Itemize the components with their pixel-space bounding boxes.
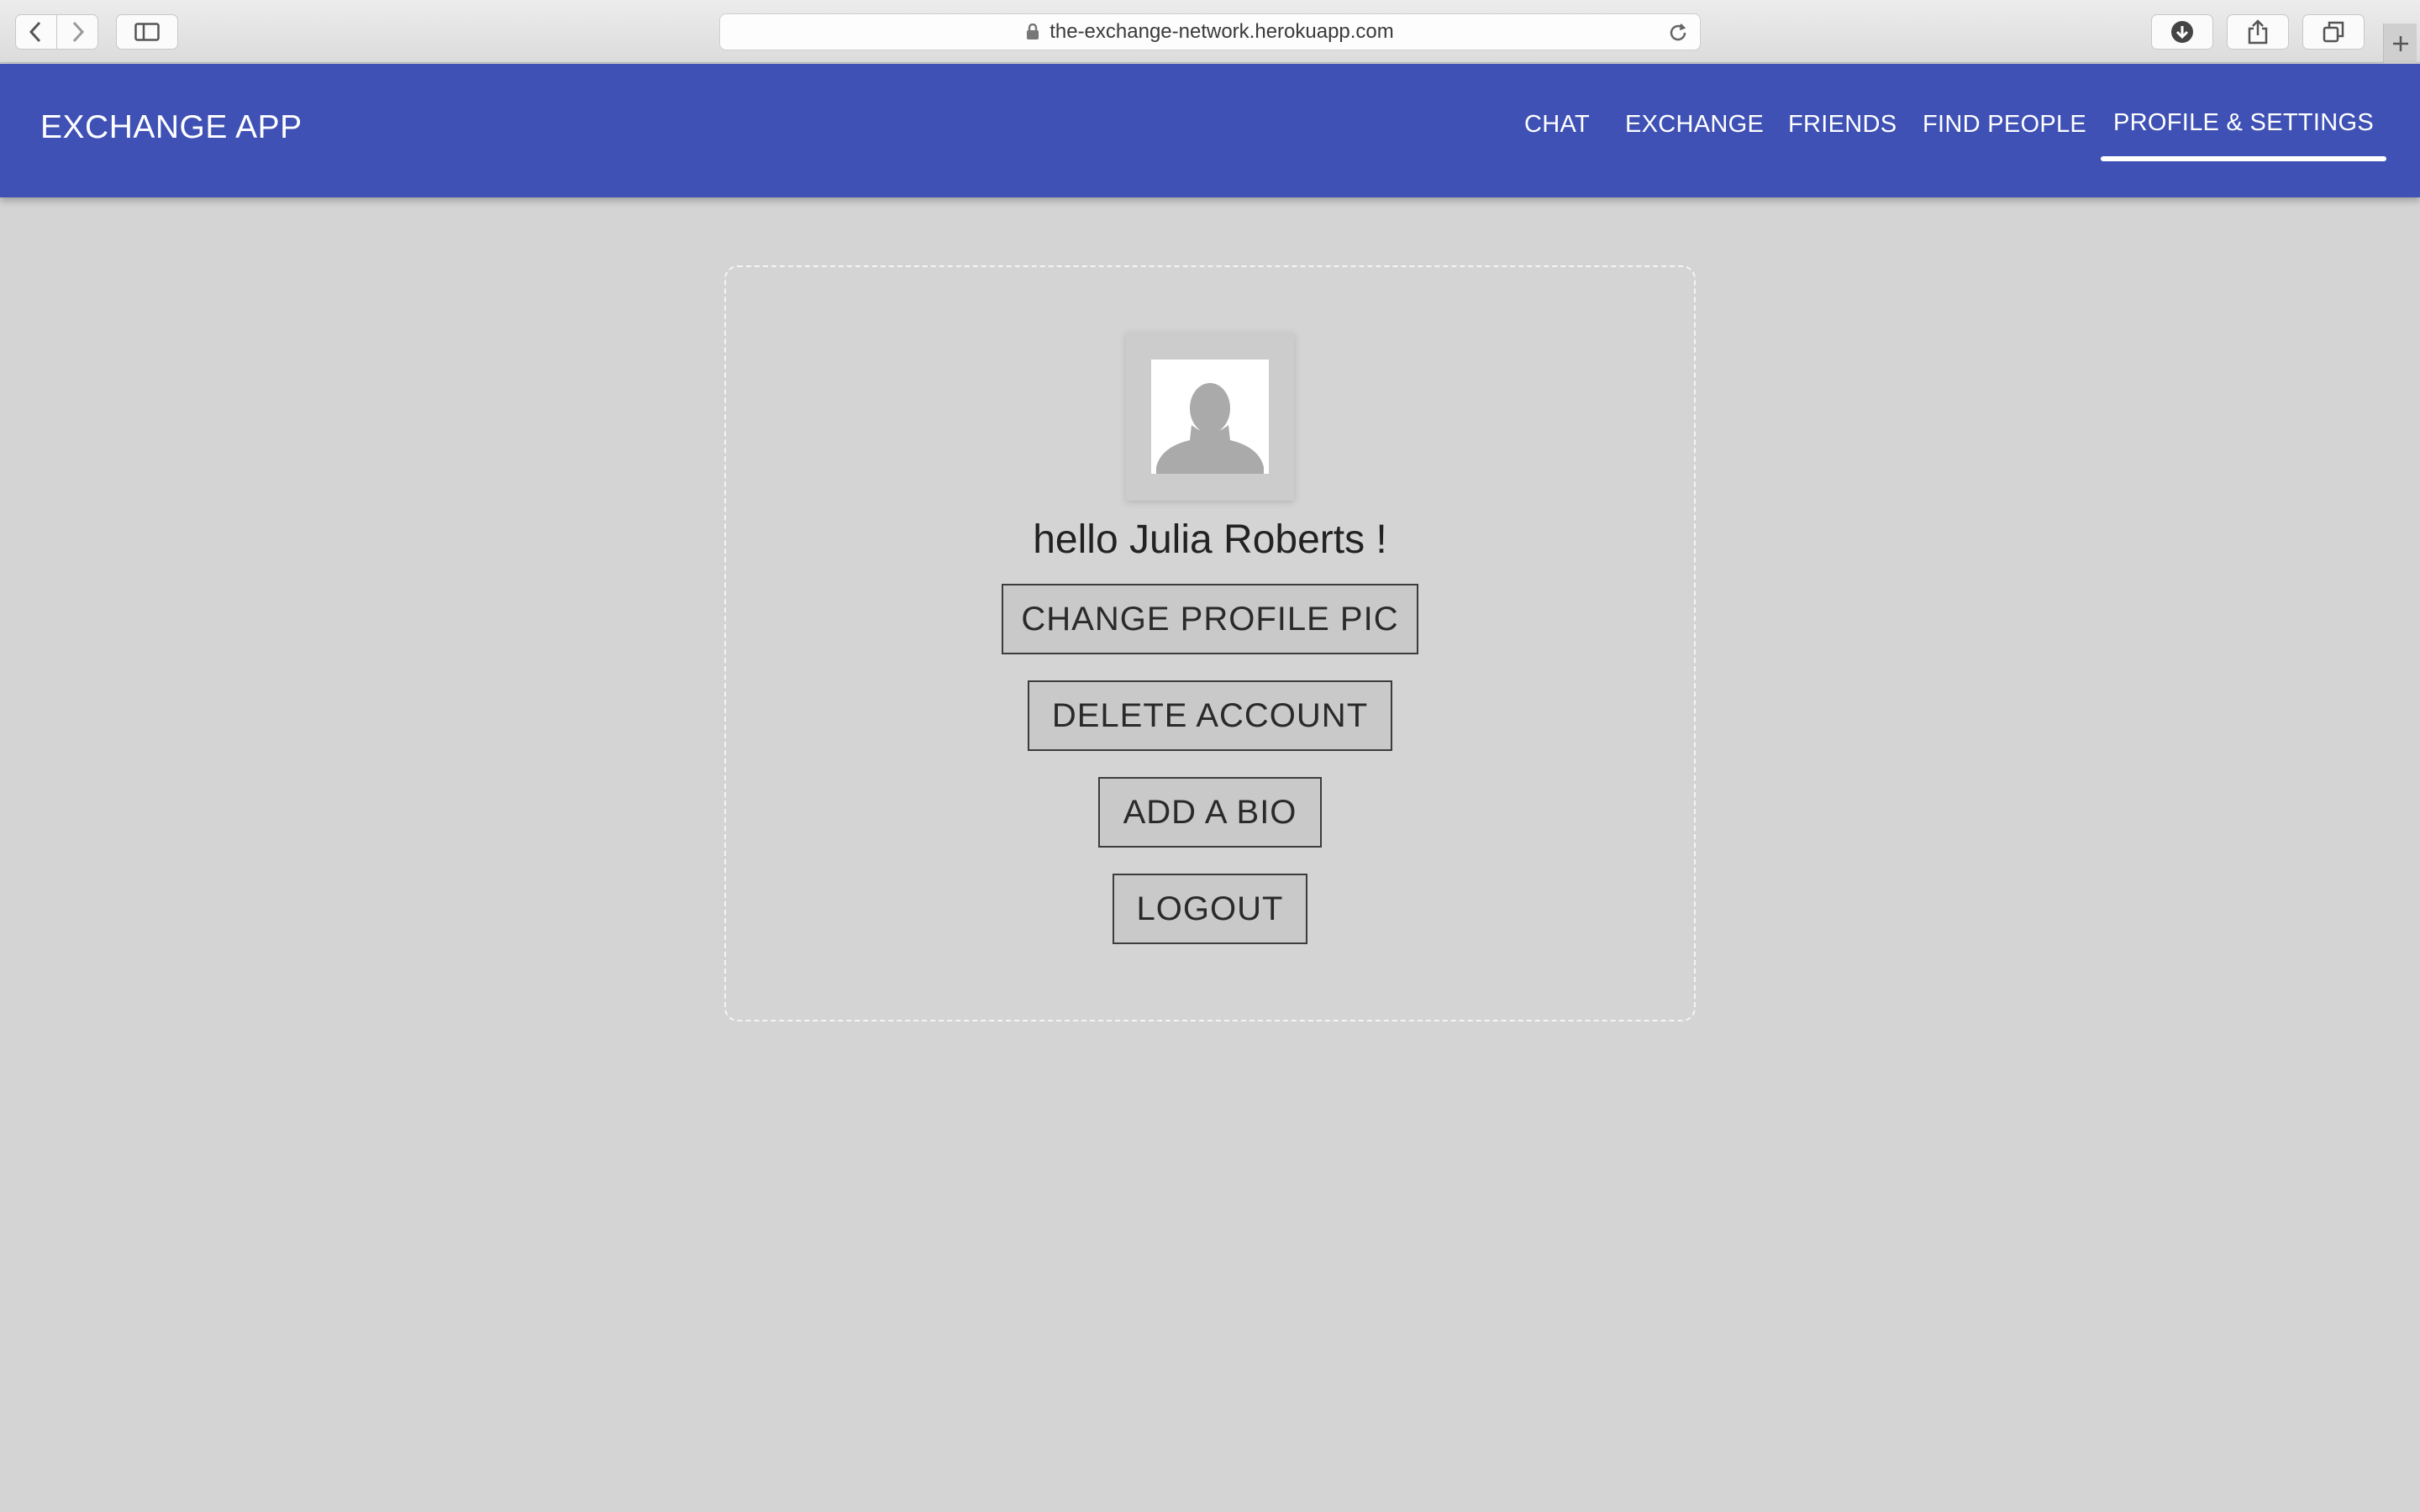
share-button[interactable] [2227,14,2289,50]
tab-overview-button[interactable] [2302,14,2365,50]
avatar-image [1151,360,1269,474]
downloads-button[interactable] [2151,14,2213,50]
plus-icon [2392,35,2408,51]
nav-friends[interactable]: FRIENDS [1788,111,1897,139]
url-text: the-exchange-network.herokuapp.com [1050,20,1394,43]
nav-exchange[interactable]: EXCHANGE [1625,111,1764,139]
nav-chat[interactable]: CHAT [1524,111,1590,139]
tabs-icon [2323,21,2344,43]
sidebar-icon [134,23,160,41]
address-bar[interactable]: the-exchange-network.herokuapp.com [719,13,1701,50]
avatar[interactable] [1126,333,1294,501]
chevron-left-icon [29,21,41,43]
chevron-right-icon [72,21,85,43]
change-profile-pic-button[interactable]: CHANGE PROFILE PIC [1002,584,1418,654]
active-tab-indicator [2101,156,2386,161]
back-button[interactable] [15,14,57,50]
reload-icon[interactable] [1668,23,1688,43]
user-silhouette-icon [1156,383,1264,474]
browser-toolbar: the-exchange-network.herokuapp.com [0,0,2420,63]
sidebar-toggle-button[interactable] [116,14,178,50]
nav-profile-settings[interactable]: PROFILE & SETTINGS [2101,109,2386,227]
logout-button[interactable]: LOGOUT [1113,874,1307,944]
delete-account-button[interactable]: DELETE ACCOUNT [1028,680,1392,751]
share-icon [2248,19,2268,45]
greeting-text: hello Julia Roberts ! [1033,517,1387,562]
app-title[interactable]: EXCHANGE APP [40,109,302,146]
nav-find-people[interactable]: FIND PEOPLE [1923,111,2086,139]
app-header: EXCHANGE APP CHAT EXCHANGE FRIENDS FIND … [0,64,2420,197]
download-icon [2171,21,2193,43]
forward-button[interactable] [56,14,98,50]
add-bio-button[interactable]: ADD A BIO [1098,777,1322,848]
new-tab-button[interactable] [2383,24,2417,63]
lock-icon [1027,24,1039,39]
